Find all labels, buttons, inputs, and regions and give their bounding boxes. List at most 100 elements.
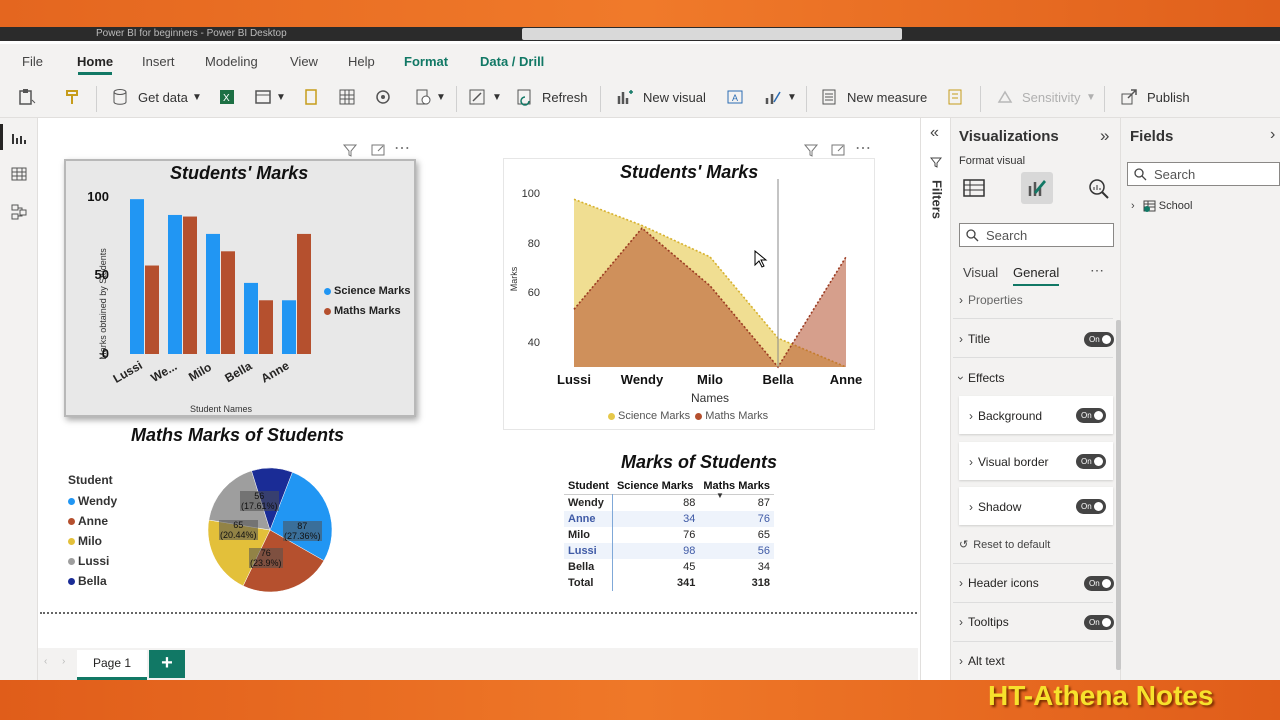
more-visuals-icon[interactable] <box>764 88 782 106</box>
page-tab-page1[interactable]: Page 1 <box>77 650 147 680</box>
new-measure-button[interactable]: New measure <box>847 90 927 105</box>
focus-mode-icon[interactable] <box>830 142 846 158</box>
dataverse-icon[interactable] <box>302 88 320 106</box>
menu-help[interactable]: Help <box>348 54 375 69</box>
more-options-icon[interactable]: ⋯ <box>855 138 871 158</box>
shadow-card[interactable]: › Shadow On <box>959 487 1113 525</box>
table-row[interactable]: Lussi 98 56 <box>564 542 775 559</box>
menu-file[interactable]: File <box>22 54 43 69</box>
tab-general[interactable]: General <box>1013 265 1059 280</box>
model-view-icon[interactable] <box>11 204 27 220</box>
table-visual[interactable]: Student Science Marks Maths Marks Wendy 8… <box>564 478 775 591</box>
bar-science-marks[interactable] <box>168 214 182 354</box>
tooltips-toggle[interactable]: On <box>1084 615 1114 630</box>
effects-section[interactable]: ›Effects <box>954 371 1113 385</box>
background-toggle[interactable]: On <box>1076 408 1106 423</box>
background-row[interactable]: › Background <box>969 409 1042 423</box>
tab-visual[interactable]: Visual <box>963 265 998 280</box>
table-header[interactable]: Science Marks <box>613 478 699 495</box>
chevron-down-icon[interactable]: ▼ <box>1086 92 1096 103</box>
menu-view[interactable]: View <box>290 54 318 69</box>
bar-chart-visual[interactable]: Students' Marks Marks obtained by Studen… <box>64 159 416 417</box>
report-view-icon[interactable] <box>11 130 27 146</box>
chevron-down-icon[interactable]: ▼ <box>436 92 446 103</box>
header-icons-toggle[interactable]: On <box>1084 576 1114 591</box>
table-row[interactable]: Anne 34 76 <box>564 510 775 527</box>
table-header[interactable]: Student <box>564 478 613 495</box>
get-data-button[interactable]: Get data <box>138 90 188 105</box>
focus-mode-icon[interactable] <box>370 142 386 158</box>
prev-page-icon[interactable]: ‹ <box>44 656 47 667</box>
analytics-icon[interactable] <box>1086 176 1110 200</box>
data-hub-icon[interactable] <box>254 88 272 106</box>
quick-measure-icon[interactable] <box>946 88 964 106</box>
shadow-row[interactable]: › Shadow <box>969 500 1021 514</box>
pie-legend-item[interactable]: Anne <box>68 511 117 531</box>
bar-science-marks[interactable] <box>206 233 220 354</box>
chevron-down-icon[interactable]: ▼ <box>787 92 797 103</box>
dataverse-link-icon[interactable] <box>374 88 392 106</box>
field-table-school[interactable]: › School <box>1131 200 1192 213</box>
publish-button[interactable]: Publish <box>1147 90 1190 105</box>
fields-search-input[interactable]: Search <box>1127 162 1280 186</box>
pie-legend-item[interactable]: Milo <box>68 531 117 551</box>
chevron-down-icon[interactable]: ▼ <box>492 92 502 103</box>
bar-science-marks[interactable] <box>244 282 258 354</box>
expand-icon[interactable]: » <box>1100 126 1109 146</box>
new-visual-icon[interactable] <box>616 88 634 106</box>
menu-insert[interactable]: Insert <box>142 54 175 69</box>
filter-icon[interactable] <box>342 142 358 158</box>
transform-data-icon[interactable] <box>468 88 486 106</box>
collapse-icon[interactable]: « <box>930 124 939 142</box>
filters-pane-collapsed[interactable]: « Filters <box>920 118 951 680</box>
shadow-toggle[interactable]: On <box>1076 499 1106 514</box>
excel-icon[interactable]: X <box>218 88 236 106</box>
chevron-down-icon[interactable]: ▼ <box>192 92 202 103</box>
collapse-icon[interactable]: › <box>1270 126 1275 144</box>
format-paintbrush-icon[interactable] <box>1025 176 1049 200</box>
format-painter-icon[interactable] <box>64 88 82 106</box>
menu-data-drill[interactable]: Data / Drill <box>480 54 544 69</box>
next-page-icon[interactable]: › <box>62 656 65 667</box>
more-options-icon[interactable]: ⋯ <box>1090 262 1104 279</box>
title-toggle[interactable]: On <box>1084 332 1114 347</box>
table-row[interactable]: Wendy 88 87 <box>564 494 774 511</box>
sensitivity-icon[interactable] <box>996 88 1014 106</box>
publish-icon[interactable] <box>1120 88 1138 106</box>
background-card[interactable]: › Background On <box>959 396 1113 434</box>
sensitivity-button[interactable]: Sensitivity <box>1022 90 1081 105</box>
bar-science-marks[interactable] <box>282 300 296 354</box>
recent-sources-icon[interactable] <box>414 88 432 106</box>
paste-icon[interactable] <box>18 88 36 106</box>
visual-border-card[interactable]: › Visual border On <box>959 442 1113 480</box>
pie-legend-item[interactable]: Bella <box>68 571 117 591</box>
visual-border-toggle[interactable]: On <box>1076 454 1106 469</box>
menu-format[interactable]: Format <box>404 54 448 69</box>
new-measure-icon[interactable] <box>820 88 838 106</box>
chevron-right-icon[interactable]: › <box>1131 200 1135 212</box>
menu-home[interactable]: Home <box>77 54 113 69</box>
text-box-icon[interactable]: A <box>726 88 744 106</box>
reset-to-default-button[interactable]: ↺ Reset to default <box>959 538 1113 551</box>
table-view-icon[interactable] <box>11 166 27 182</box>
enter-data-icon[interactable] <box>338 88 356 106</box>
refresh-icon[interactable] <box>516 88 534 106</box>
more-options-icon[interactable]: ⋯ <box>394 138 410 158</box>
bar-maths-marks[interactable] <box>221 251 235 354</box>
build-visual-icon[interactable] <box>962 176 986 200</box>
table-row[interactable]: Milo 76 65 <box>564 526 774 543</box>
table-header[interactable]: Maths Marks <box>699 478 774 495</box>
title-search-box[interactable] <box>522 28 902 40</box>
bar-maths-marks[interactable] <box>259 300 273 354</box>
new-visual-button[interactable]: New visual <box>643 90 706 105</box>
bar-maths-marks[interactable] <box>183 216 197 354</box>
refresh-button[interactable]: Refresh <box>542 90 588 105</box>
visual-border-row[interactable]: › Visual border <box>969 455 1049 469</box>
chevron-down-icon[interactable]: ▼ <box>276 92 286 103</box>
pie-legend-item[interactable]: Lussi <box>68 551 117 571</box>
bar-maths-marks[interactable] <box>145 265 159 354</box>
sort-desc-icon[interactable]: ▼ <box>716 491 724 500</box>
table-row[interactable]: Bella 45 34 <box>564 558 774 575</box>
get-data-icon[interactable] <box>112 88 130 106</box>
menu-modeling[interactable]: Modeling <box>205 54 258 69</box>
